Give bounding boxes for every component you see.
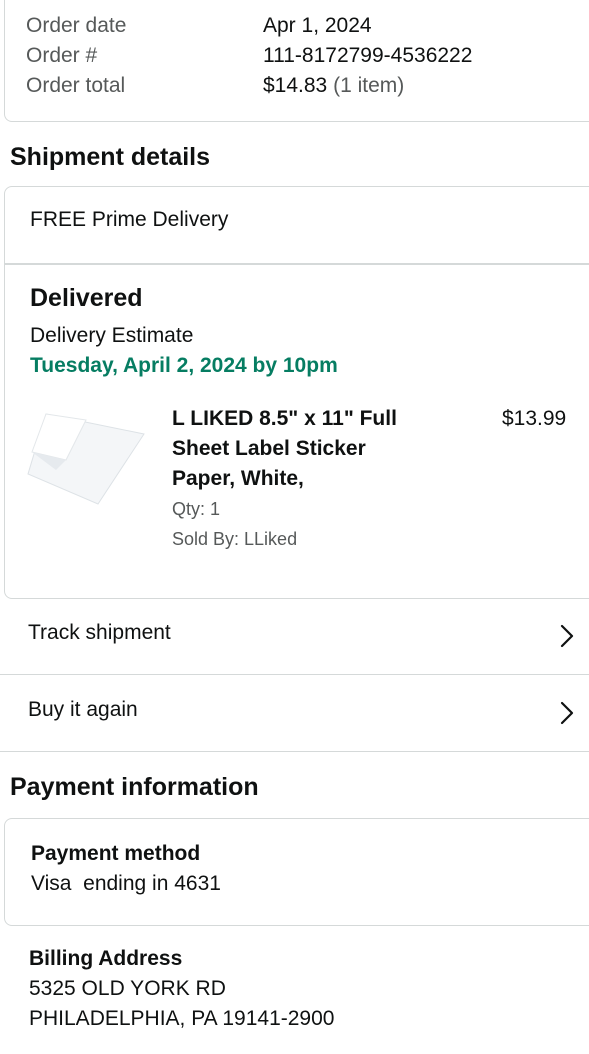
item-sold-by: Sold By: LLiked — [172, 529, 298, 549]
chevron-right-icon — [560, 624, 574, 648]
order-total-value: $14.83 — [263, 74, 328, 97]
shipment-divider — [5, 263, 589, 265]
track-shipment-row[interactable]: Track shipment — [0, 599, 589, 675]
payment-information-title: Payment information — [10, 773, 259, 801]
buy-it-again-label: Buy it again — [28, 698, 138, 721]
order-date-value: Apr 1, 2024 — [263, 14, 372, 37]
shipment-details-title: Shipment details — [10, 143, 211, 171]
order-date-label: Order date — [26, 14, 127, 37]
item-title[interactable]: L LIKED 8.5" x 11" Full Sheet Label Stic… — [172, 404, 397, 494]
item-title-line-2: Sheet Label Sticker — [172, 437, 366, 460]
buy-it-again-row[interactable]: Buy it again — [0, 676, 589, 752]
payment-method-value: Visa ending in 4631 — [31, 872, 221, 895]
shipment-card: FREE Prime Delivery Delivered Delivery E… — [4, 186, 589, 599]
billing-address-line-1: 5325 OLD YORK RD — [29, 977, 226, 1000]
order-number-label: Order # — [26, 44, 98, 67]
order-total-label: Order total — [26, 74, 126, 97]
delivery-type: FREE Prime Delivery — [30, 208, 229, 231]
billing-address-line-2: PHILADELPHIA, PA 19141-2900 — [29, 1007, 335, 1030]
order-total-value-wrap: $14.83 (1 item) — [263, 71, 404, 101]
delivery-estimate-date: Tuesday, April 2, 2024 by 10pm — [30, 354, 338, 377]
item-qty: Qty: 1 — [172, 499, 221, 519]
payment-method-card: Payment method Visa ending in 4631 — [4, 818, 589, 926]
order-number-value: 111-8172799-4536222 — [263, 44, 473, 67]
item-price: $13.99 — [502, 407, 567, 430]
delivery-estimate-label: Delivery Estimate — [30, 324, 194, 347]
chevron-right-icon — [560, 701, 574, 725]
order-item-count: (1 item) — [333, 74, 405, 97]
delivery-status: Delivered — [30, 284, 143, 312]
track-shipment-label: Track shipment — [28, 621, 171, 644]
payment-method-title: Payment method — [31, 842, 201, 865]
sticker-paper-image[interactable] — [26, 412, 146, 506]
billing-address-title: Billing Address — [29, 947, 183, 970]
item-title-line-3: Paper, White, — [172, 467, 304, 490]
item-title-line-1: L LIKED 8.5" x 11" Full — [172, 407, 397, 430]
